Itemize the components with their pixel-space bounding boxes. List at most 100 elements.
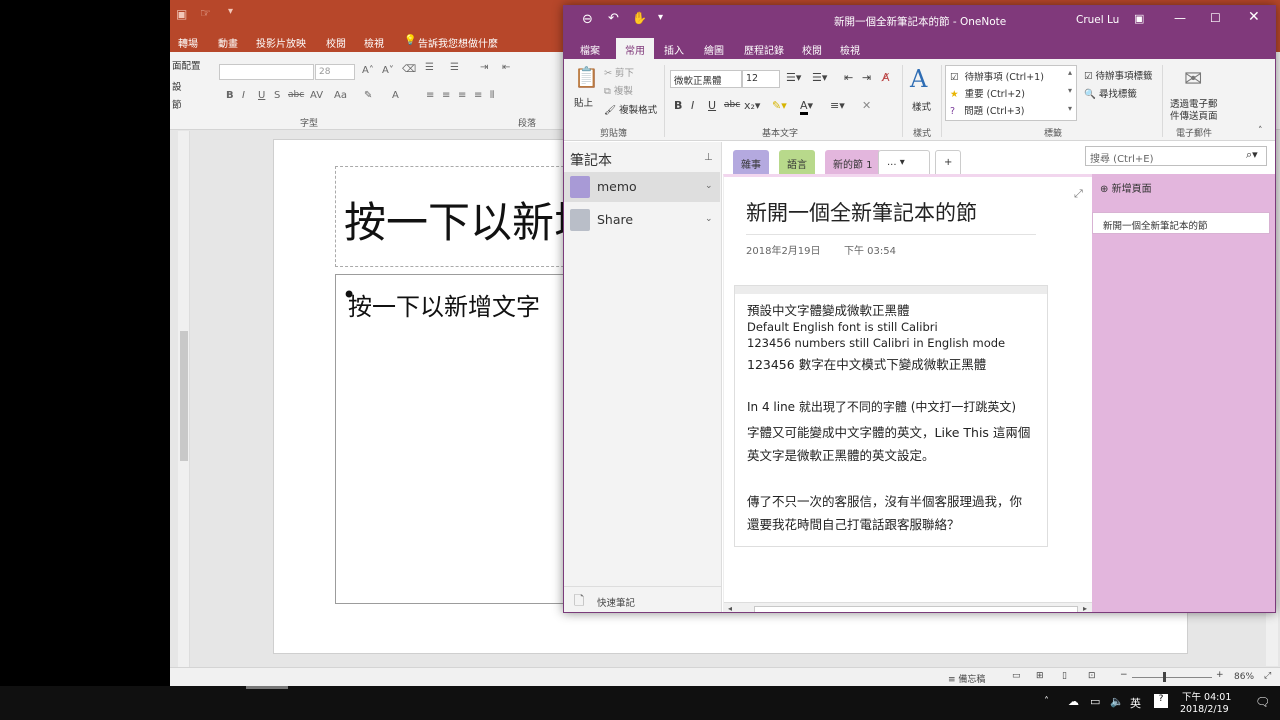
email-page-line2[interactable]: 件傳送頁面 [1170, 108, 1218, 122]
ppt-layout-button[interactable]: 面配置 [172, 58, 201, 72]
paste-button[interactable]: 貼上 [574, 95, 593, 109]
justify-icon[interactable]: ≡ [474, 90, 482, 101]
tab-file[interactable]: 檔案 [580, 42, 600, 57]
align-icon[interactable]: ≡▾ [830, 99, 845, 112]
grow-font-icon[interactable]: A˄ [362, 65, 374, 76]
section-tab-overflow[interactable]: ... ▾ [878, 150, 930, 174]
ppt-font-size-box[interactable]: 28 [315, 64, 355, 80]
styles-button[interactable]: 樣式 [912, 99, 931, 113]
zoom-level[interactable]: 86% [1234, 672, 1254, 682]
indent-icon[interactable]: ⇥ [862, 71, 871, 84]
add-page-button[interactable]: ⊕ 新增頁面 [1100, 180, 1152, 195]
sorter-view-icon[interactable]: ⊞ [1036, 671, 1044, 681]
qat-dropdown-icon[interactable]: ▾ [658, 12, 663, 23]
shadow-icon[interactable]: S [274, 90, 280, 101]
note-line[interactable]: 預設中文字體變成微軟正黑體 [747, 300, 910, 319]
change-case-icon[interactable]: Aa [334, 90, 347, 101]
ppt-tab-slideshow[interactable]: 投影片放映 [256, 35, 306, 50]
italic-icon[interactable]: I [242, 90, 245, 101]
touch-mode-icon[interactable]: ☞ [200, 6, 211, 20]
add-section-button[interactable]: + [935, 150, 962, 174]
search-icon[interactable]: ⌕▾ [1246, 148, 1258, 162]
tags-gallery[interactable]: ☑ 待辦事項 (Ctrl+1) ★ 重要 (Ctrl+2) ? 問題 (Ctrl… [945, 65, 1077, 121]
email-page-icon[interactable]: ✉ [1184, 67, 1202, 92]
tray-overflow-icon[interactable]: ˄ [1044, 696, 1049, 707]
char-spacing-icon[interactable]: AV [310, 90, 323, 101]
find-tags-button[interactable]: 🔍 尋找標籤 [1084, 86, 1137, 100]
scroll-right-icon[interactable]: ▸ [1083, 604, 1087, 612]
zoom-thumb[interactable] [1163, 672, 1166, 682]
gallery-down-icon[interactable]: ▾ [1068, 86, 1072, 95]
outdent-icon[interactable]: ⇤ [844, 71, 853, 84]
note-container-handle[interactable] [735, 286, 1047, 294]
clear-format-icon[interactable]: ⌫ [402, 64, 416, 75]
qat-dropdown-icon[interactable]: ▾ [228, 6, 233, 17]
ppt-tab-view[interactable]: 檢視 [364, 35, 384, 50]
tag-todo[interactable]: ☑ 待辦事項 (Ctrl+1) [950, 69, 1044, 83]
styles-icon[interactable]: A [910, 65, 927, 93]
page-title[interactable]: 新開一個全新筆記本的節 [746, 197, 977, 227]
font-name-box[interactable]: 微軟正黑體 [670, 70, 742, 88]
note-line[interactable]: 字體又可能變成中文字體的英文，Like This 這兩個 [747, 422, 1030, 441]
font-color-icon[interactable]: A [392, 90, 399, 101]
network-icon[interactable]: ▭ [1090, 695, 1100, 708]
fit-slide-icon[interactable]: ⤢ [1264, 671, 1271, 681]
touch-mode-icon[interactable]: ✋ [632, 11, 647, 25]
ppt-tab-animations[interactable]: 動畫 [218, 35, 238, 50]
ppt-section-button[interactable]: 節 [172, 97, 182, 111]
note-line[interactable]: 123456 numbers still Calibri in English … [747, 336, 1005, 350]
volume-icon[interactable]: 🔈 [1110, 695, 1124, 708]
highlight-icon[interactable]: ✎ [364, 90, 372, 101]
tab-home[interactable]: 常用 [616, 38, 654, 59]
page-canvas[interactable]: ⤢ 新開一個全新筆記本的節 2018年2月19日 下午 03:54 預設中文字體… [723, 174, 1093, 612]
normal-view-icon[interactable]: ▭ [1012, 671, 1021, 681]
user-name[interactable]: Cruel Lu [1076, 14, 1119, 26]
ppt-reset-button[interactable]: 設 [172, 79, 182, 93]
numbering-icon[interactable]: ☰▾ [812, 71, 827, 84]
delete-icon[interactable]: ✕ [862, 99, 871, 112]
clock-time[interactable]: 下午 04:01 [1182, 689, 1231, 703]
section-tab[interactable]: 語言 [779, 150, 815, 174]
ppt-tab-transitions[interactable]: 轉場 [178, 35, 198, 50]
save-icon[interactable]: ▣ [176, 7, 187, 21]
todo-tag-button[interactable]: ☑ 待辦事項標籤 [1084, 68, 1153, 82]
ppt-font-name-box[interactable] [219, 64, 314, 80]
bold-icon[interactable]: B [226, 90, 234, 101]
close-icon[interactable]: ✕ [1248, 9, 1260, 25]
underline-icon[interactable]: U [708, 99, 716, 112]
section-tab-active[interactable]: 新的節 1 [825, 150, 881, 174]
gallery-more-icon[interactable]: ▾ [1068, 104, 1072, 113]
ppt-thumbnail-scrollbar[interactable] [178, 131, 190, 667]
ime-indicator[interactable]: 英 [1130, 695, 1141, 711]
ime-mode-icon[interactable]: ? [1154, 694, 1168, 708]
indent-icon[interactable]: ⇥ [480, 62, 488, 73]
chevron-down-icon[interactable]: ⌄ [705, 181, 713, 191]
slideshow-view-icon[interactable]: ⊡ [1088, 671, 1096, 681]
reading-view-icon[interactable]: ▯ [1062, 671, 1067, 681]
font-color-icon[interactable]: A▾ [800, 99, 813, 115]
note-line[interactable]: Default English font is still Calibri [747, 320, 938, 334]
notebook-item[interactable]: Share ⌄ [564, 205, 720, 235]
notifications-icon[interactable]: 🗨 [1255, 695, 1270, 709]
paste-icon[interactable]: 📋 [574, 65, 599, 89]
note-line[interactable]: 還要我花時間自己打電話跟客服聯絡？ [747, 514, 960, 533]
clock-date[interactable]: 2018/2/19 [1180, 704, 1229, 715]
minimize-icon[interactable]: — [1174, 11, 1186, 25]
collapse-ribbon-icon[interactable]: ˄ [1258, 126, 1263, 136]
underline-icon[interactable]: U [258, 90, 265, 101]
zoom-in-icon[interactable]: + [1216, 670, 1224, 680]
gallery-up-icon[interactable]: ▴ [1068, 68, 1072, 77]
expand-icon[interactable]: ⤢ [1074, 187, 1083, 201]
tab-review[interactable]: 校閱 [802, 42, 822, 57]
bullets-icon[interactable]: ☰▾ [786, 71, 801, 84]
tab-draw[interactable]: 繪圖 [704, 42, 724, 57]
subscript-icon[interactable]: x₂▾ [744, 99, 760, 112]
strike-icon[interactable]: abc [724, 100, 740, 110]
search-input[interactable]: 搜尋 (Ctrl+E) [1085, 146, 1267, 166]
shrink-font-icon[interactable]: A˅ [382, 65, 394, 76]
copy-button[interactable]: ⧉ 複製 [604, 83, 633, 97]
notes-button[interactable]: ≡ 備忘稿 [948, 672, 985, 685]
ppt-thumbnail-scroll-thumb[interactable] [180, 331, 188, 461]
zoom-out-icon[interactable]: − [1120, 670, 1128, 680]
notebook-item[interactable]: memo ⌄ [564, 172, 720, 202]
